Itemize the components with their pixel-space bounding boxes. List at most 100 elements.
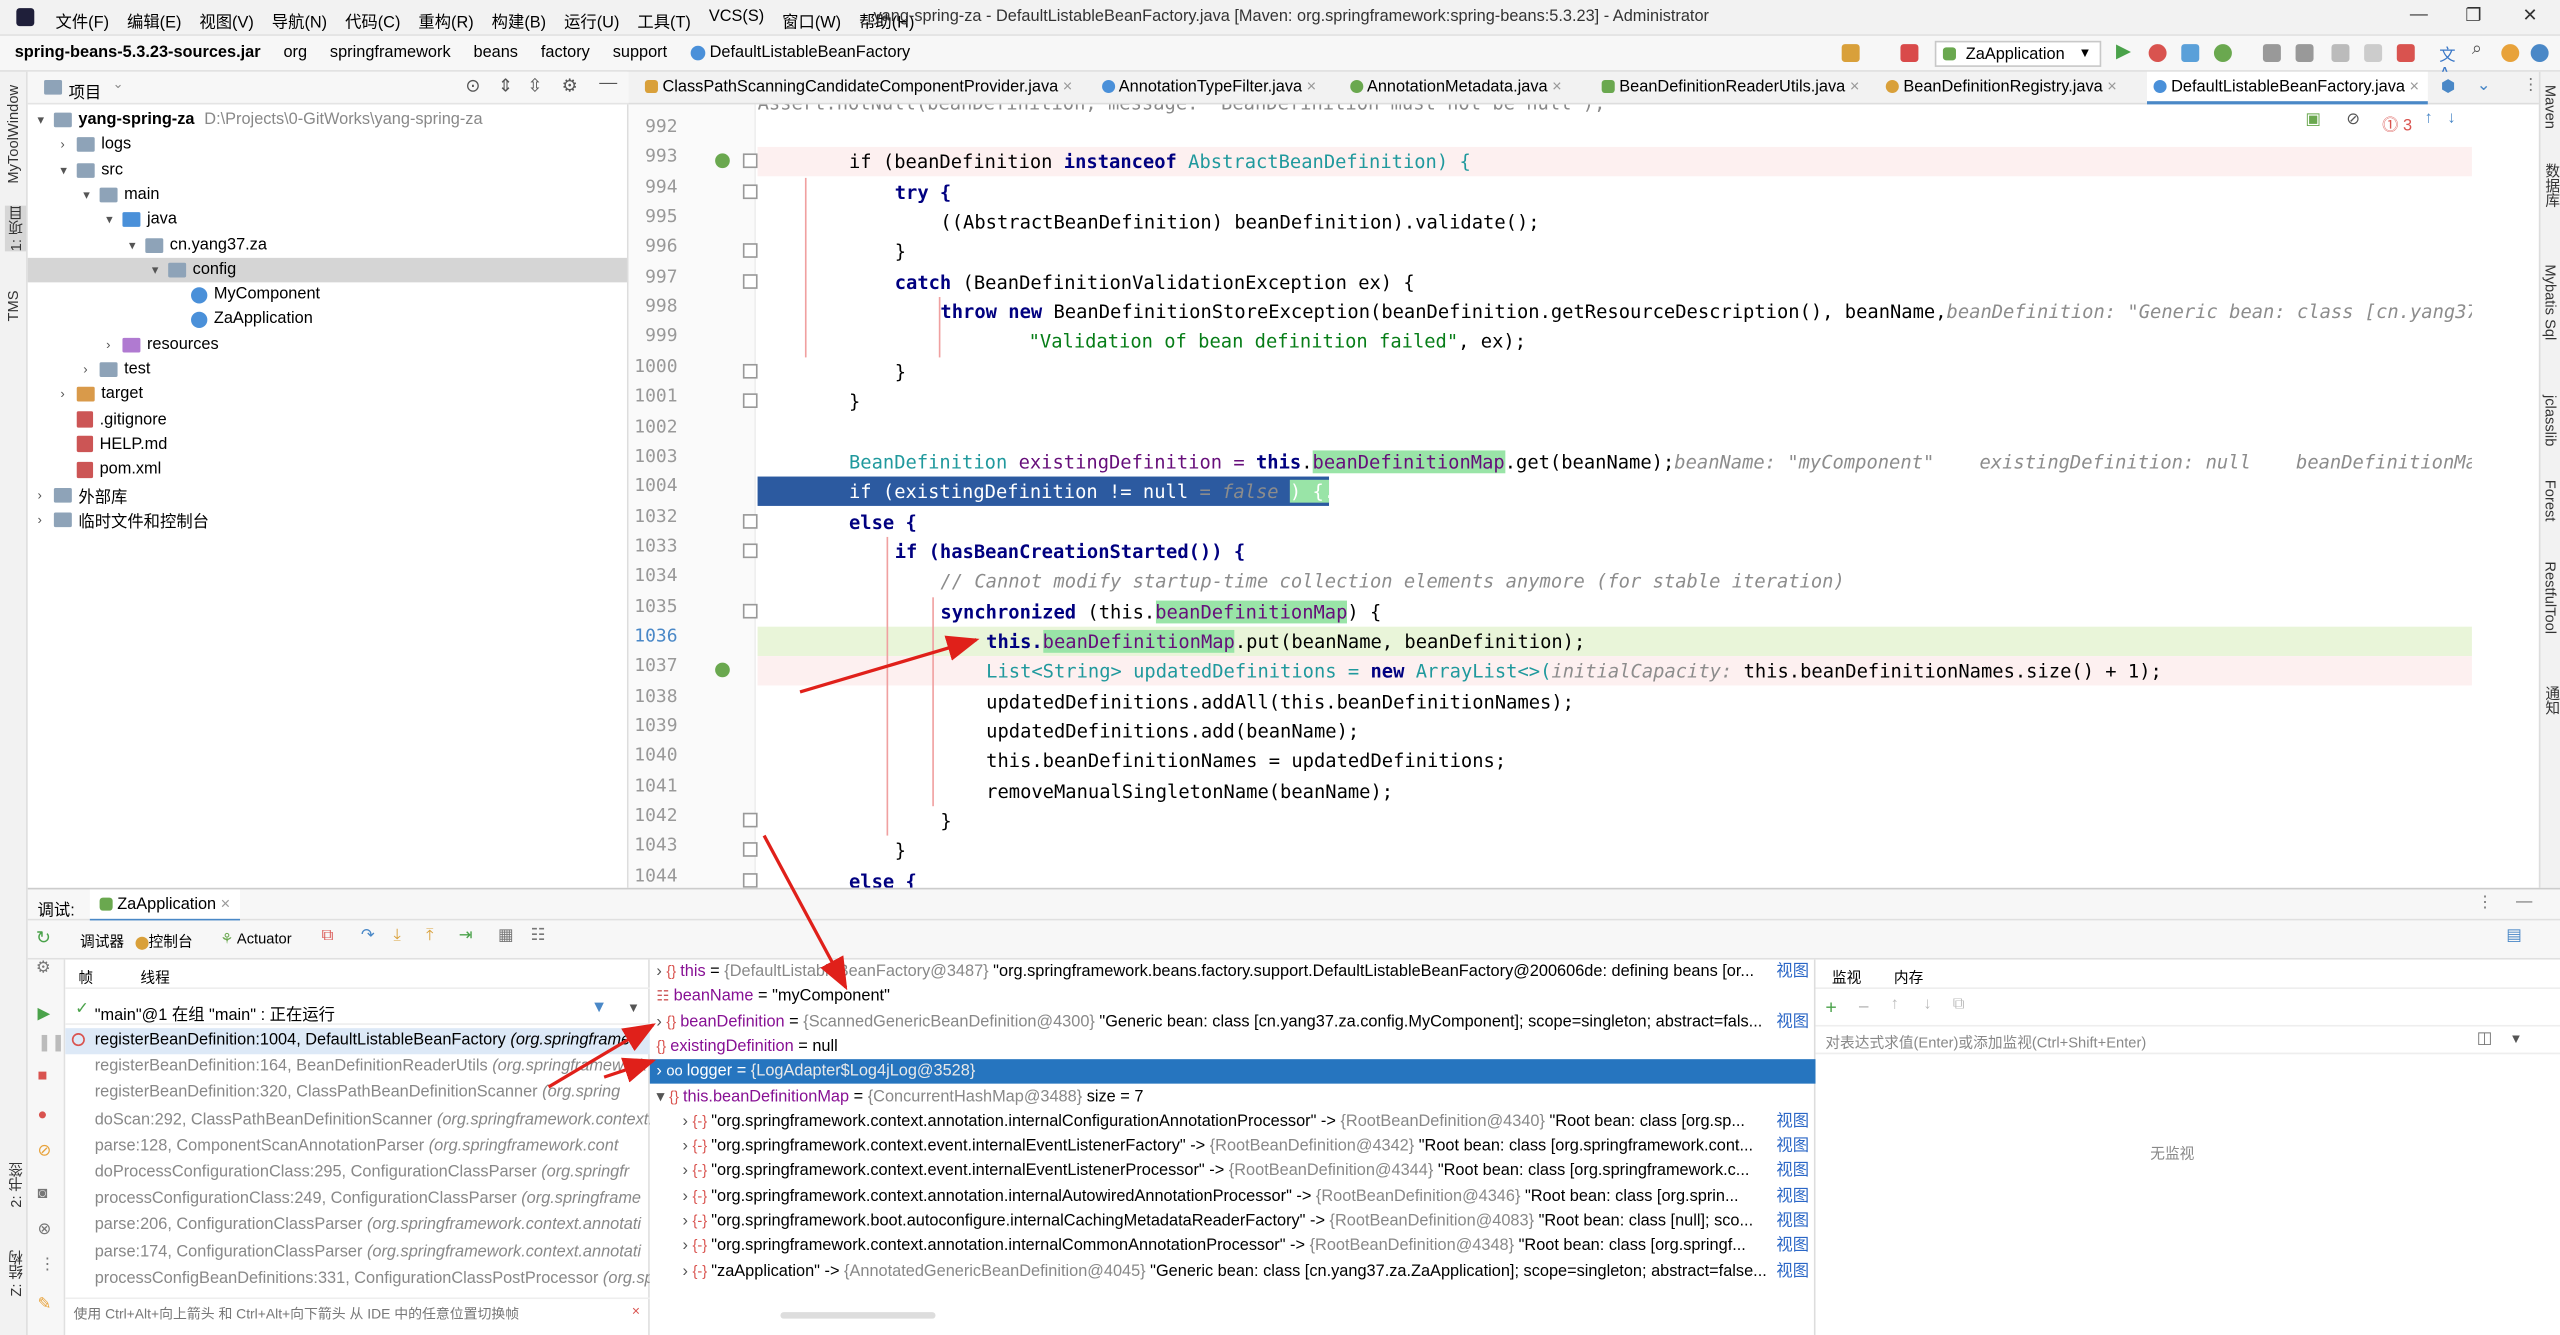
camera-icon[interactable]: ◙ [38,1185,48,1203]
expand-all-icon[interactable]: ⇕ [498,75,513,97]
expand-arrow-icon[interactable]: › [682,1213,692,1231]
close-icon[interactable]: × [221,896,231,914]
minimize-icon[interactable]: — [2410,5,2428,25]
breadcrumb-beans[interactable]: beans [473,44,517,62]
variable-row[interactable]: ☷ beanName = "myComponent" [650,985,1816,1009]
expand-arrow-icon[interactable]: › [682,1113,692,1131]
variable-row[interactable]: › {-} "org.springframework.context.event… [650,1134,1816,1158]
expand-arrow-icon[interactable]: ▾ [106,212,122,227]
build-project-icon[interactable] [1841,44,1860,63]
variable-row[interactable]: › oo logger = {LogAdapter$Log4jLog@3528} [649,1059,1816,1084]
tree-item[interactable]: ▾ src [60,158,123,182]
tab-registry[interactable]: BeanDefinitionRegistry.java × [1885,72,2131,105]
view-link[interactable]: 视图 [1776,960,1809,984]
expand-arrow-icon[interactable]: › [682,1188,692,1206]
copy-icon[interactable]: ⧉ [1953,996,1965,1014]
tab-threads[interactable]: 线程 [140,966,169,987]
tab-default-listable-bean-factory[interactable]: DefaultListableBeanFactory.java × [2147,71,2428,105]
variable-row[interactable]: › {-} "org.springframework.context.annot… [650,1234,1816,1258]
tree-item[interactable]: › 临时文件和控制台 [38,507,209,532]
variable-row[interactable]: › {} this = {DefaultListableBeanFactory@… [650,960,1816,984]
settings-icon[interactable] [2530,44,2549,63]
stop-icon[interactable]: ■ [38,1067,48,1085]
close-icon[interactable]: × [2107,78,2117,96]
close-icon[interactable]: × [632,1302,640,1318]
menu-window[interactable]: 窗口(W) [782,8,841,33]
tool-structure[interactable]: Z: 结构 [5,1250,26,1297]
verified-breakpoint-icon[interactable] [715,153,730,169]
profiler-icon[interactable] [2213,44,2232,63]
tree-item[interactable]: MyComponent [175,282,320,306]
tree-item[interactable]: › target [60,382,143,406]
tree-item[interactable]: ZaApplication [175,307,313,331]
stop-icon[interactable] [2396,44,2415,63]
variable-row[interactable]: › {-} "org.springframework.boot.autoconf… [650,1209,1816,1233]
verified-breakpoint-icon[interactable] [715,663,730,678]
tree-item[interactable]: .gitignore [60,407,167,431]
tab-debugger[interactable]: 调试器 [80,930,124,951]
debug-icon[interactable] [2148,44,2167,63]
menu-tools[interactable]: 工具(T) [637,8,691,33]
tab-actuator[interactable]: ⚘ Actuator [220,930,291,948]
view-breakpoints-icon[interactable]: ● [38,1106,48,1124]
collapse-all-icon[interactable]: ⇳ [527,75,542,97]
breadcrumb-support[interactable]: support [613,44,667,62]
expand-arrow-icon[interactable]: ▾ [129,237,145,252]
tree-item[interactable]: ▾ config [27,257,627,283]
stack-frame[interactable]: parse:128, ComponentScanAnnotationParser… [65,1134,650,1160]
stack-frame[interactable]: processConfigurationClass:249, Configura… [65,1187,650,1213]
tab-list-icon[interactable]: ⌄ [2477,77,2491,95]
tree-item[interactable]: › test [83,357,150,381]
close-icon[interactable]: × [1552,78,1562,96]
filter-icon[interactable]: ▼ [591,999,607,1017]
chevron-down-icon[interactable]: ▼ [627,1000,640,1015]
breadcrumb-class[interactable]: DefaultListableBeanFactory [690,44,910,62]
fold-icon[interactable] [742,543,758,558]
project-panel-title[interactable]: 项目 [69,78,102,103]
variable-row[interactable]: › {} beanDefinition = {ScannedGenericBea… [650,1010,1816,1034]
tool-forest[interactable]: Forest [2542,480,2558,522]
step-icon[interactable] [2364,44,2383,63]
tool-maven[interactable]: Maven [2542,85,2558,129]
step-into-icon[interactable]: ⤓ [393,927,400,945]
expand-arrow-icon[interactable]: › [682,1238,692,1256]
stack-frame[interactable]: doScan:292, ClassPathBeanDefinitionScann… [65,1107,650,1133]
fold-icon[interactable] [742,243,758,259]
view-link[interactable]: 视图 [1776,1109,1809,1133]
close-icon[interactable]: × [2410,78,2420,96]
variable-row[interactable]: › {-} "org.springframework.context.annot… [650,1184,1816,1208]
hammer-icon[interactable] [1900,44,1919,63]
expand-arrow-icon[interactable]: ▾ [83,188,99,203]
menu-navigate[interactable]: 导航(N) [272,8,327,33]
menu-run[interactable]: 运行(U) [564,8,619,33]
run-to-cursor-icon[interactable]: ⇥ [459,927,473,945]
expand-arrow-icon[interactable]: ▾ [152,262,168,277]
tab-watches[interactable]: 监视 [1832,966,1861,987]
update-icon[interactable] [2501,44,2520,63]
thread-selector[interactable]: ✓ "main"@1 在组 "main" : 正在运行 ▼ ▼ [65,996,650,1025]
trace-icon[interactable]: ☷ [531,927,546,945]
tree-item[interactable]: › logs [60,133,131,157]
menu-vcs[interactable]: VCS(S) [709,8,764,32]
menu-edit[interactable]: 编辑(E) [127,8,181,33]
reader-mode-icon[interactable]: ▣ [2305,111,2320,129]
expand-arrow-icon[interactable]: ▾ [656,1088,669,1106]
menu-code[interactable]: 代码(C) [345,8,400,33]
variable-row[interactable]: › {-} "zaApplication" -> {AnnotatedGener… [650,1259,1816,1283]
fold-icon[interactable] [742,363,758,379]
tool-restfultool[interactable]: RestfulTool [2542,561,2558,634]
expand-arrow-icon[interactable]: › [83,362,99,377]
breadcrumb-springframework[interactable]: springframework [330,44,451,62]
tree-item[interactable]: › 外部库 [38,482,127,507]
pause-icon[interactable] [2331,44,2350,63]
tab-annotation-metadata[interactable]: AnnotationMetadata.java × [1350,72,1579,105]
watch-expression-input[interactable]: 对表达式求值(Enter)或添加监视(Ctrl+Shift+Enter) ◫ ▼ [1815,1024,2560,1055]
expand-arrow-icon[interactable]: ▾ [38,113,54,128]
view-link[interactable]: 视图 [1776,1010,1809,1034]
tool-bookmarks[interactable]: 2: 书签 [5,1162,26,1208]
resume-icon[interactable]: ▶ [38,1005,51,1023]
close-icon[interactable]: × [1850,78,1860,96]
horizontal-scrollbar[interactable] [780,1312,936,1319]
more-icon[interactable]: ⋮ [2523,77,2539,95]
expand-arrow-icon[interactable]: › [656,963,666,981]
